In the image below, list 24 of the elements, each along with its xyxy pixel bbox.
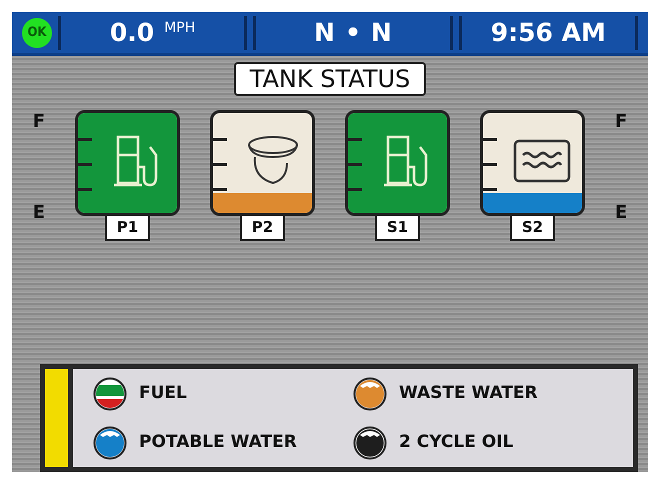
heading-text: • (344, 16, 361, 49)
empty-mark: E (32, 201, 45, 225)
tank-label: S2 (510, 216, 556, 240)
legend-label: FUEL (139, 382, 187, 405)
fluid-dot-icon (353, 376, 387, 410)
heading-text: N (370, 16, 392, 49)
tank-label: P2 (240, 216, 286, 240)
fluid-dot-icon (353, 426, 387, 460)
legend-label: WASTE WATER (399, 382, 538, 405)
legend-label: POTABLE WATER (139, 430, 297, 454)
tank-label: P1 (104, 216, 150, 240)
speed-value: 0.0 (110, 16, 154, 49)
fluid-dot-icon (93, 376, 127, 410)
full-mark: F (32, 110, 45, 134)
full-mark: F (615, 110, 628, 134)
legend-label: 2 CYCLE OIL (399, 430, 514, 454)
speed-unit: MPH (164, 18, 196, 38)
tank-label: S1 (374, 216, 420, 240)
screen-title: TANK STATUS (234, 62, 426, 96)
status-indicator: OK (22, 18, 52, 48)
fluid-dot-icon (93, 426, 127, 460)
heading-text: N (314, 16, 335, 49)
clock-time: 9:56 AM (490, 16, 606, 49)
empty-mark: E (615, 201, 628, 225)
